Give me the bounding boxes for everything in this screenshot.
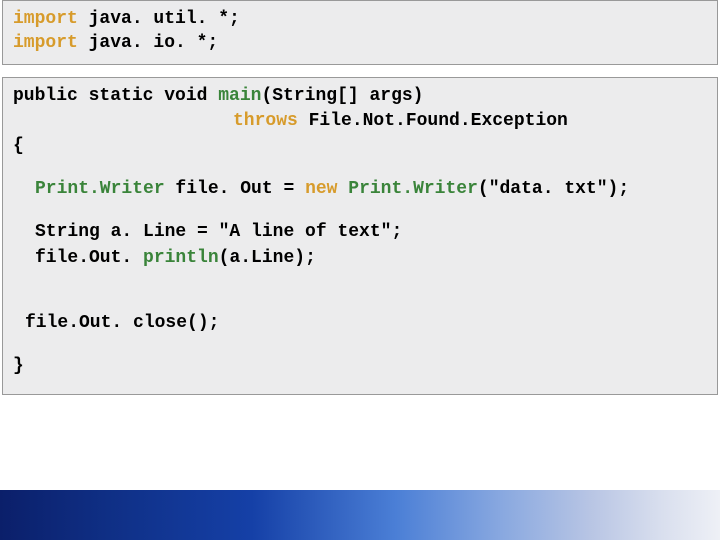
throws-type: File.Not.Found.Exception (298, 111, 568, 131)
import-text-1: java. util. *; (78, 9, 240, 29)
spacer-4 (13, 336, 707, 354)
main-sig-a: public static void (13, 86, 218, 106)
println-name: println (143, 248, 219, 268)
main-signature-line-2: throws File.Not.Found.Exception (13, 109, 707, 134)
main-method-name: main (218, 86, 261, 106)
open-brace: { (13, 134, 707, 159)
spacer-3 (13, 271, 707, 311)
import-keyword-2: import (13, 33, 78, 53)
imports-block: import java. util. *; import java. io. *… (2, 0, 718, 65)
call-c: (a.Line); (219, 248, 316, 268)
println-call-line: file.Out. println(a.Line); (13, 246, 707, 271)
close-call-line: file.Out. close(); (13, 311, 707, 336)
spacer-1 (13, 159, 707, 177)
import-line-2: import java. io. *; (13, 31, 707, 55)
pw-type-1: Print.Writer (35, 179, 165, 199)
pw-text-e: ("data. txt"); (478, 179, 629, 199)
import-keyword-1: import (13, 9, 78, 29)
pw-text-b: file. Out = (165, 179, 305, 199)
main-block: public static void main(String[] args) t… (2, 77, 718, 395)
call-a: file.Out. (35, 248, 143, 268)
import-text-2: java. io. *; (78, 33, 218, 53)
import-line-1: import java. util. *; (13, 7, 707, 31)
string-decl-line: String a. Line = "A line of text"; (13, 220, 707, 245)
main-signature-line-1: public static void main(String[] args) (13, 84, 707, 109)
throws-keyword: throws (233, 111, 298, 131)
new-keyword: new (305, 179, 337, 199)
main-sig-c: (String[] args) (261, 86, 423, 106)
close-brace: } (13, 354, 707, 379)
spacer-2 (13, 202, 707, 220)
printwriter-decl: Print.Writer file. Out = new Print.Write… (13, 177, 707, 202)
decorative-bottom-stripe (0, 490, 720, 540)
pw-type-2: Print.Writer (337, 179, 477, 199)
